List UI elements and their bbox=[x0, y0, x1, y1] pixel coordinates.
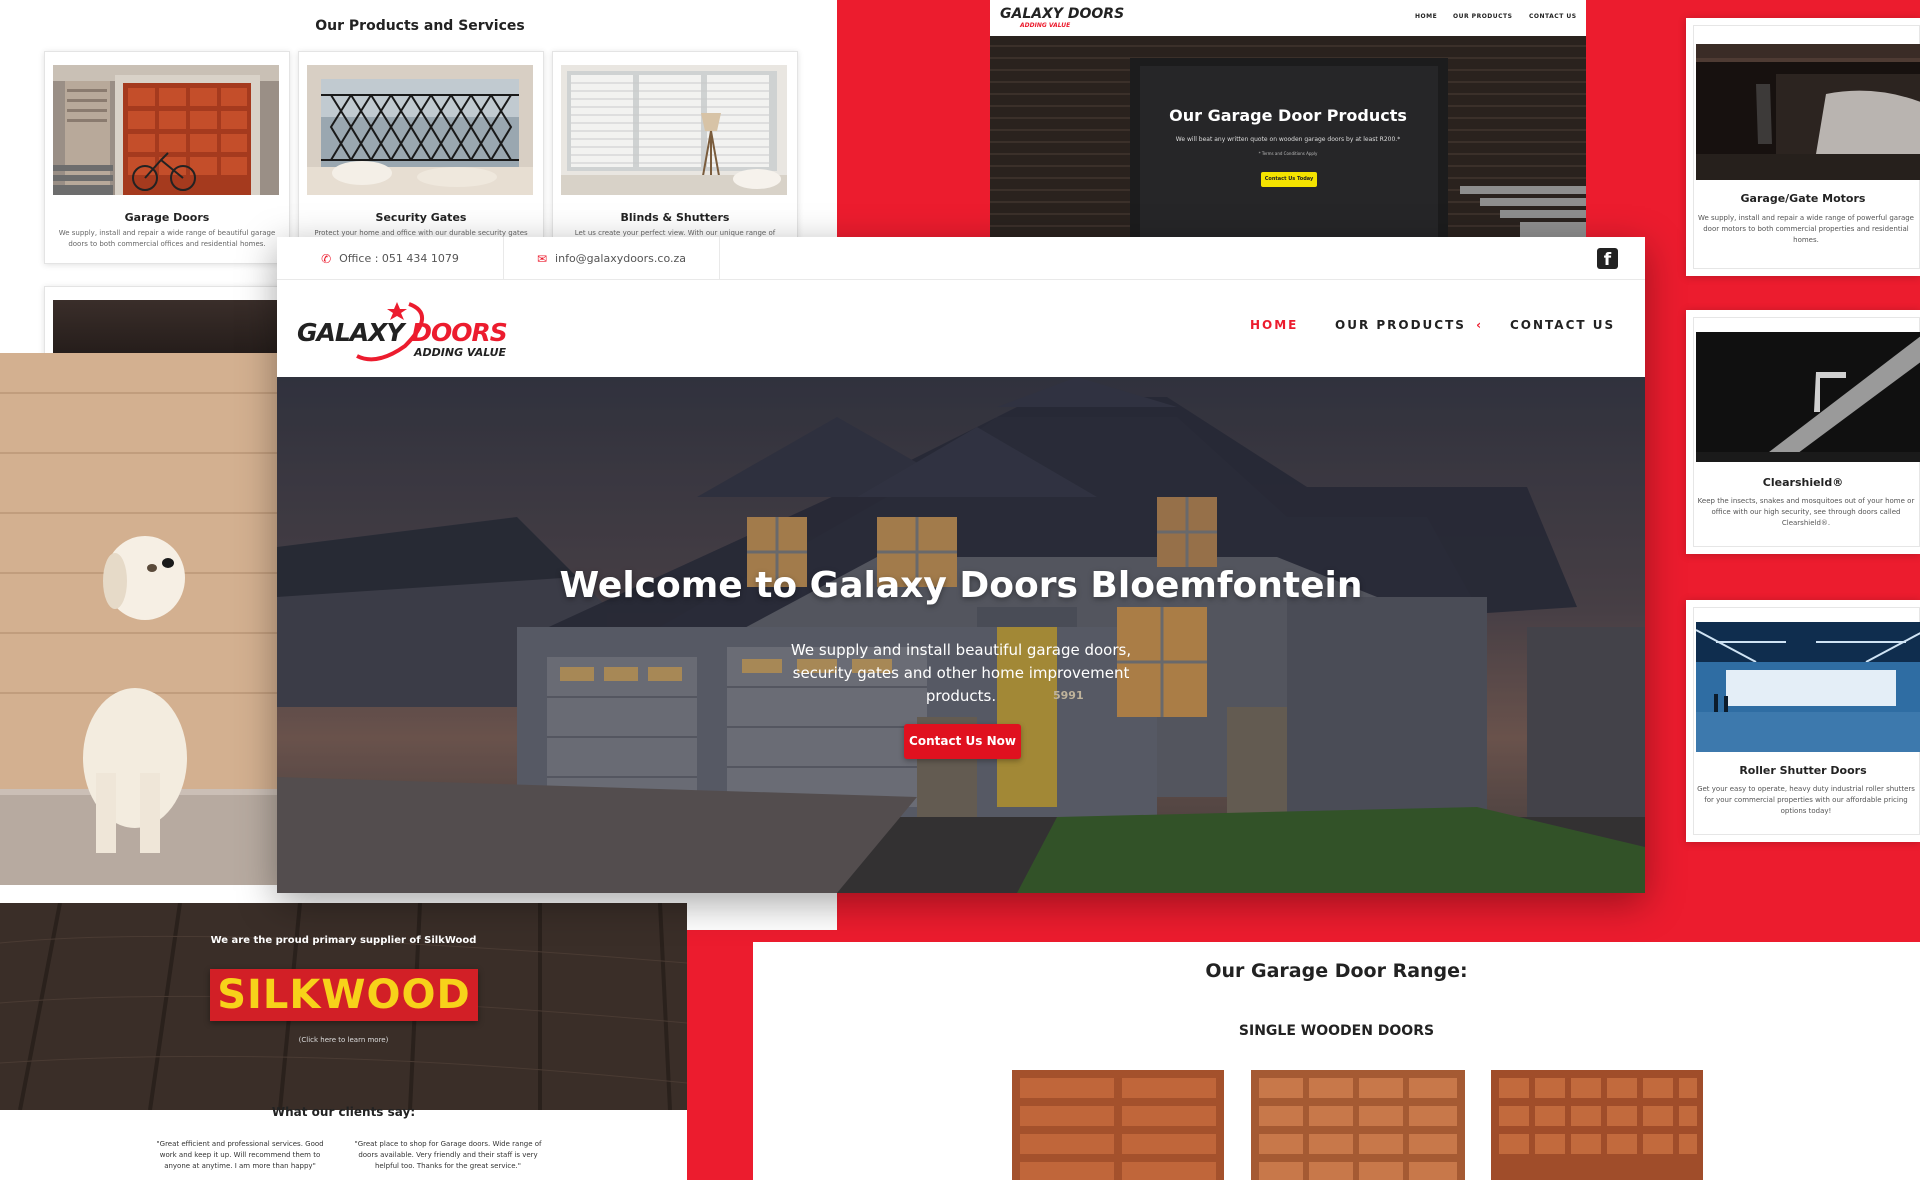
product-card-garage-motors[interactable]: Garage/Gate Motors We supply, install an… bbox=[1686, 18, 1920, 276]
silkwood-logo[interactable]: SILKWOOD bbox=[210, 969, 478, 1021]
clearshield-photo bbox=[1696, 332, 1920, 462]
product-name: Garage/Gate Motors bbox=[1740, 192, 1866, 205]
partial-photo bbox=[53, 300, 279, 360]
topbar-email[interactable]: ✉ info@galaxydoors.co.za bbox=[504, 237, 720, 280]
email-text: info@galaxydoors.co.za bbox=[555, 252, 687, 265]
product-name: Roller Shutter Doors bbox=[1739, 764, 1867, 777]
mini-nav-products[interactable]: OUR PRODUCTS bbox=[1453, 13, 1512, 20]
testimonial-quote: "Great efficient and professional servic… bbox=[156, 1140, 324, 1170]
envelope-icon: ✉ bbox=[536, 251, 548, 266]
service-name: Garage Doors bbox=[124, 211, 210, 224]
house-number: 5991 bbox=[1053, 689, 1084, 702]
roller-shutter-photo bbox=[1696, 622, 1920, 752]
nav-our-products-label: OUR PRODUCTS bbox=[1335, 318, 1466, 332]
product-desc: Get your easy to operate, heavy duty ind… bbox=[1697, 785, 1915, 815]
hero-overlay bbox=[277, 377, 1645, 893]
security-gate-photo bbox=[307, 65, 533, 195]
mini-nav-contact[interactable]: CONTACT US bbox=[1529, 13, 1577, 20]
mini-header: GALAXY DOORS ADDING VALUE HOME OUR PRODU… bbox=[990, 0, 1586, 36]
terms-note: * Terms and Conditions Apply bbox=[1258, 151, 1318, 156]
nav-contact-us[interactable]: CONTACT US bbox=[1510, 318, 1615, 332]
service-card-garage-doors[interactable]: Garage Doors We supply, install and repa… bbox=[44, 51, 290, 264]
phone-icon: ✆ bbox=[321, 251, 332, 266]
garage-products-subtitle: We will beat any written quote on wooden… bbox=[1175, 136, 1401, 143]
main-navbar: GALAXY DOORS ADDING VALUE HOME OUR PRODU… bbox=[277, 280, 1645, 377]
service-name: Security Gates bbox=[375, 211, 467, 224]
logo-tagline: ADDING VALUE bbox=[414, 346, 507, 359]
product-card-roller-shutter[interactable]: Roller Shutter Doors Get your easy to op… bbox=[1686, 600, 1920, 842]
topbar-phone[interactable]: ✆ Office : 051 434 1079 bbox=[277, 237, 504, 280]
range-subtitle: SINGLE WOODEN DOORS bbox=[1238, 1023, 1435, 1039]
chevron-left-icon: ‹ bbox=[1476, 318, 1484, 332]
facebook-icon[interactable]: f bbox=[1597, 248, 1618, 269]
contact-topbar: ✆ Office : 051 434 1079 ✉ info@galaxydoo… bbox=[277, 237, 1645, 280]
logo-wordmark: GALAXY DOORS bbox=[297, 318, 508, 347]
wooden-door-thumbnail[interactable] bbox=[1491, 1070, 1703, 1180]
testimonial-quote: "Great place to shop for Garage doors. W… bbox=[354, 1140, 542, 1170]
nav-our-products[interactable]: OUR PRODUCTS ‹ bbox=[1335, 318, 1483, 332]
service-card-blinds[interactable]: Blinds & Shutters Let us create your per… bbox=[552, 51, 798, 264]
silkwood-learn-more-link[interactable]: (Click here to learn more) bbox=[0, 1036, 687, 1044]
product-desc: Keep the insects, snakes and mosquitoes … bbox=[1697, 497, 1915, 527]
nav-home[interactable]: HOME bbox=[1250, 318, 1298, 332]
mini-logo: GALAXY DOORS bbox=[1000, 6, 1125, 22]
service-name: Blinds & Shutters bbox=[620, 211, 730, 224]
garage-products-title: Our Garage Door Products bbox=[1169, 106, 1407, 125]
service-card-security-gates[interactable]: Security Gates Protect your home and off… bbox=[298, 51, 544, 264]
product-name: Clearshield® bbox=[1762, 476, 1844, 489]
galaxy-doors-logo[interactable]: GALAXY DOORS ADDING VALUE bbox=[297, 294, 527, 364]
service-card-partial bbox=[44, 286, 290, 360]
contact-us-now-button[interactable]: Contact Us Now bbox=[904, 724, 1021, 759]
blinds-photo bbox=[561, 65, 787, 195]
contact-us-today-button[interactable]: Contact Us Today bbox=[1261, 172, 1317, 187]
silkwood-heading: We are the proud primary supplier of Sil… bbox=[210, 935, 477, 946]
garage-range-panel: Our Garage Door Range: SINGLE WOODEN DOO… bbox=[753, 942, 1920, 1180]
services-title: Our Products and Services bbox=[315, 18, 525, 34]
garage-products-panel: GALAXY DOORS ADDING VALUE HOME OUR PRODU… bbox=[990, 0, 1586, 238]
garage-motor-photo bbox=[1696, 44, 1920, 180]
hero-title: Welcome to Galaxy Doors Bloemfontein bbox=[559, 565, 1363, 606]
product-card-clearshield[interactable]: Clearshield® Keep the insects, snakes an… bbox=[1686, 310, 1920, 554]
mini-logo-tag: ADDING VALUE bbox=[1020, 22, 1071, 29]
garage-door-photo bbox=[53, 65, 279, 195]
testimonials-title: What our clients say: bbox=[271, 1105, 416, 1119]
wooden-door-thumbnail[interactable] bbox=[1251, 1070, 1465, 1180]
range-title: Our Garage Door Range: bbox=[1205, 960, 1468, 982]
product-desc: We supply, install and repair a wide ran… bbox=[1697, 214, 1914, 244]
wooden-door-thumbnail[interactable] bbox=[1012, 1070, 1224, 1180]
phone-text: Office : 051 434 1079 bbox=[339, 252, 459, 265]
hero-section: Welcome to Galaxy Doors Bloemfontein We … bbox=[277, 377, 1645, 893]
hero-subtitle: We supply and install beautiful garage d… bbox=[790, 641, 1132, 705]
screenshot-collage: Our Products and Services Garage Doors W… bbox=[0, 0, 1920, 1180]
service-desc: We supply, install and repair a wide ran… bbox=[58, 229, 276, 248]
mini-nav-home[interactable]: HOME bbox=[1415, 13, 1437, 20]
main-browser-window: ✆ Office : 051 434 1079 ✉ info@galaxydoo… bbox=[277, 237, 1645, 893]
